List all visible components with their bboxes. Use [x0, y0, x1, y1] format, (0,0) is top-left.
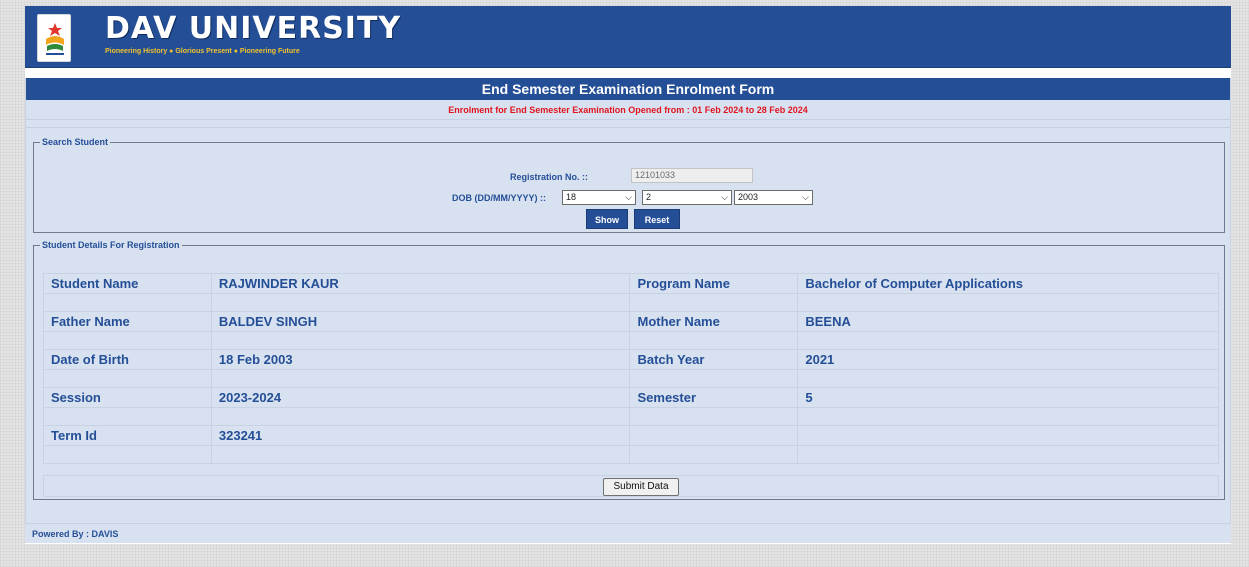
enrolment-notice: Enrolment for End Semester Examination O… [26, 100, 1230, 120]
chevron-down-icon: ⌵ [802, 192, 809, 202]
dob-day-select[interactable]: 18 ⌵ [562, 190, 636, 205]
field-value: 5 [797, 387, 1219, 408]
submit-row: Submit Data [43, 475, 1219, 497]
field-label: Program Name [629, 273, 799, 294]
form-title: End Semester Examination Enrolment Form [26, 78, 1230, 100]
submit-data-button[interactable]: Submit Data [603, 478, 679, 496]
spacer-row [43, 293, 1219, 312]
student-details-section: Student Details For Registration Student… [33, 240, 1225, 500]
field-value: 2023-2024 [210, 387, 631, 408]
brand-tagline: Pioneering History ● Glorious Present ● … [105, 48, 300, 55]
student-details-legend: Student Details For Registration [42, 240, 180, 250]
chevron-down-icon: ⌵ [625, 192, 632, 202]
spacer-row [43, 407, 1219, 426]
field-value: 2021 [797, 349, 1219, 370]
header-banner: DAV UNIVERSITY Pioneering History ● Glor… [25, 6, 1231, 68]
field-label: Semester [629, 387, 799, 408]
table-row: Term Id 323241 [43, 425, 1219, 446]
dob-month-select[interactable]: 2 ⌵ [642, 190, 732, 205]
brand: DAV UNIVERSITY Pioneering History ● Glor… [105, 11, 402, 56]
form-panel: End Semester Examination Enrolment Form … [25, 78, 1231, 538]
reset-button[interactable]: Reset [634, 209, 680, 229]
field-label: Date of Birth [43, 349, 212, 370]
dob-day-value: 18 [566, 192, 577, 202]
registration-label: Registration No. :: [510, 172, 588, 182]
spacer-row [43, 331, 1219, 350]
field-value: BEENA [797, 311, 1219, 332]
header-gap [25, 68, 1231, 78]
table-row: Father Name BALDEV SINGH Mother Name BEE… [43, 311, 1219, 332]
dob-year-value: 2003 [738, 192, 759, 202]
university-crest-icon [37, 14, 71, 62]
registration-input[interactable]: 12101033 [631, 168, 753, 183]
brand-name: DAV UNIVERSITY [105, 11, 402, 46]
table-row: Student Name RAJWINDER KAUR Program Name… [43, 273, 1219, 294]
table-row: Date of Birth 18 Feb 2003 Batch Year 202… [43, 349, 1219, 370]
spacer-row [26, 120, 1230, 128]
search-student-section: Search Student Registration No. :: 12101… [33, 137, 1225, 233]
search-student-legend: Search Student [42, 137, 109, 147]
field-value [797, 425, 1219, 446]
dob-label: DOB (DD/MM/YYYY) :: [452, 193, 546, 203]
field-label: Student Name [43, 273, 212, 294]
field-value: RAJWINDER KAUR [210, 273, 631, 294]
page: DAV UNIVERSITY Pioneering History ● Glor… [25, 6, 1231, 544]
spacer-row [43, 369, 1219, 388]
field-label [629, 425, 799, 446]
student-details-table: Student Name RAJWINDER KAUR Program Name… [43, 273, 1219, 464]
footer: Powered By : DAVIS [25, 523, 1231, 543]
field-label: Term Id [43, 425, 212, 446]
dob-month-value: 2 [646, 192, 652, 202]
field-label: Father Name [43, 311, 212, 332]
table-row: Session 2023-2024 Semester 5 [43, 387, 1219, 408]
field-value: Bachelor of Computer Applications [797, 273, 1219, 294]
show-button[interactable]: Show [586, 209, 628, 229]
field-value: 18 Feb 2003 [210, 349, 631, 370]
field-label: Batch Year [629, 349, 799, 370]
spacer-row [43, 445, 1219, 464]
field-label: Mother Name [629, 311, 799, 332]
field-value: BALDEV SINGH [210, 311, 631, 332]
dob-year-select[interactable]: 2003 ⌵ [734, 190, 813, 205]
chevron-down-icon: ⌵ [721, 192, 728, 202]
field-label: Session [43, 387, 212, 408]
field-value: 323241 [210, 425, 631, 446]
